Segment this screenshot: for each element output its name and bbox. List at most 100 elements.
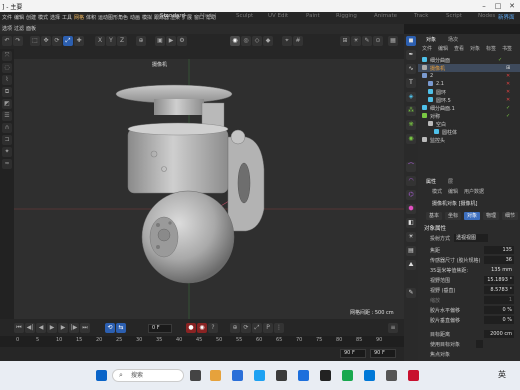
menu-options[interactable]: 选项 — [2, 25, 12, 32]
app-icon-6[interactable] — [386, 370, 397, 381]
file-explorer-icon[interactable] — [210, 370, 221, 381]
key-grid-icon[interactable]: ⋮ — [274, 323, 284, 333]
check-icon[interactable]: ✓ — [506, 113, 510, 119]
menu-animate[interactable]: 动画 — [130, 14, 140, 21]
goto-start-icon[interactable]: ⏮ — [14, 323, 24, 333]
cube-icon[interactable]: ◼ — [406, 36, 416, 46]
magnet-icon[interactable]: ∩ — [2, 123, 12, 133]
disabled-icon[interactable]: ✕ — [506, 89, 510, 95]
record-icon[interactable]: ● — [186, 323, 196, 333]
check-icon[interactable]: ✓ — [506, 105, 510, 111]
layout-tab-rigging[interactable]: Rigging — [336, 13, 357, 19]
render-settings-icon[interactable]: ⚙ — [177, 36, 187, 46]
minimize-icon[interactable]: – — [478, 1, 490, 11]
attr-tab-details[interactable]: 细节 — [502, 212, 519, 220]
axis-x-icon[interactable]: X — [95, 36, 105, 46]
object-row[interactable]: 圆环.5 ✕ — [418, 96, 520, 104]
attr-row-target-distance[interactable]: 目标距离 2000 cm — [418, 330, 520, 339]
objects-menu-view[interactable]: 查看 — [454, 45, 464, 52]
extrude-icon[interactable]: ⧉ — [2, 87, 12, 97]
next-frame-icon[interactable]: ▶ — [58, 323, 68, 333]
field-icon[interactable]: ⌬ — [406, 190, 416, 200]
menu-mesh[interactable]: 网格 — [74, 14, 84, 21]
layout-tab-script[interactable]: Script — [446, 13, 462, 19]
text-tool-icon[interactable]: T — [406, 78, 416, 88]
attr-tab-basic[interactable]: 基本 — [426, 212, 443, 220]
axis-y-icon[interactable]: Y — [106, 36, 116, 46]
menu-volume[interactable]: 体积 — [86, 14, 96, 21]
weld-icon[interactable]: ✦ — [2, 147, 12, 157]
objects-menu-tags[interactable]: 标签 — [486, 45, 496, 52]
key-rotation-icon[interactable]: ⟳ — [241, 323, 251, 333]
disabled-icon[interactable]: ✕ — [506, 97, 510, 103]
environment-icon[interactable]: ⛰ — [406, 260, 416, 270]
layout-tab-sculpt[interactable]: Sculpt — [236, 13, 253, 19]
objects-menu-file[interactable]: 文件 — [422, 45, 432, 52]
layout-toggle-icon[interactable]: ▦ — [388, 36, 398, 46]
layout-tab-nodes[interactable]: Nodes — [478, 13, 495, 19]
layout-tab-uv-edit[interactable]: UV Edit — [268, 13, 288, 19]
input-language[interactable]: 英 — [498, 369, 506, 380]
target-distance-field[interactable]: 2000 cm — [484, 330, 514, 338]
smooth-icon[interactable]: ≈ — [2, 159, 12, 169]
layout-tab-paint[interactable]: Paint — [306, 13, 320, 19]
axis-z-icon[interactable]: Z — [117, 36, 127, 46]
fov-field[interactable]: 15.1893 ° — [484, 276, 514, 284]
projection-dropdown[interactable]: 透视视图 — [454, 234, 488, 242]
windows-start-icon[interactable] — [96, 370, 107, 381]
menu-panel[interactable]: 面板 — [26, 25, 36, 32]
attr-row-fov-vertical[interactable]: 视野 (垂直) 8.5783 ° — [418, 286, 520, 295]
focal-length-field[interactable]: 135 — [484, 246, 514, 254]
render-view-icon[interactable]: ▶ — [166, 36, 176, 46]
layout-tab-track[interactable]: Track — [414, 13, 428, 19]
prev-frame-icon[interactable]: ◀ — [36, 323, 46, 333]
zoom-field[interactable]: 1 — [484, 296, 514, 304]
objects-menu-bookmarks[interactable]: 书签 — [502, 45, 512, 52]
object-row[interactable]: 2 ✕ — [418, 72, 520, 80]
disabled-icon[interactable]: ✕ — [506, 81, 510, 87]
object-row[interactable]: 2.1 ✕ — [418, 80, 520, 88]
new-layouts-button[interactable]: 新界面 — [498, 13, 515, 21]
attr-menu-edit[interactable]: 编辑 — [448, 188, 458, 195]
attr-row-focal-length[interactable]: 焦距 135 — [418, 246, 520, 255]
deformer-icon[interactable]: ⌒ — [406, 162, 416, 172]
spline-icon[interactable]: ∿ — [406, 64, 416, 74]
keyframe-icon[interactable]: ? — [208, 323, 218, 333]
range-icon[interactable]: ⇆ — [116, 323, 126, 333]
paint-icon[interactable]: ✎ — [406, 288, 416, 298]
viewport-tool-icon[interactable]: ⊞ — [340, 36, 350, 46]
edge-browser-icon[interactable] — [232, 370, 243, 381]
close-icon[interactable]: ✕ — [506, 1, 518, 11]
disabled-icon[interactable]: ✕ — [506, 73, 510, 79]
subdivision-icon[interactable]: ◈ — [406, 92, 416, 102]
bevel-icon[interactable]: ◩ — [2, 99, 12, 109]
snap-icon[interactable]: ⌖ — [282, 36, 292, 46]
end-frame-field-2[interactable]: 90 F — [370, 349, 396, 358]
attr-tab-coord[interactable]: 坐标 — [445, 212, 462, 220]
loop-icon[interactable]: ⟲ — [105, 323, 115, 333]
autokey-icon[interactable]: ◉ — [197, 323, 207, 333]
menu-mode[interactable]: 模式 — [38, 14, 48, 21]
key-param-icon[interactable]: P — [263, 323, 273, 333]
use-target-checkbox[interactable] — [476, 340, 483, 348]
3d-viewport[interactable]: 摄像机 网格间距 : 500 cm — [14, 59, 404, 319]
app-icon-3[interactable] — [298, 370, 309, 381]
current-frame-field[interactable]: 0 F — [148, 324, 172, 333]
grid-snap-icon[interactable]: # — [293, 36, 303, 46]
bend-icon[interactable]: ◠ — [406, 176, 416, 186]
attr-row-use-target[interactable]: 使用目标对象 — [418, 340, 520, 349]
app-icon-1[interactable] — [254, 370, 265, 381]
app-icon-5[interactable] — [364, 370, 375, 381]
edges-mode-icon[interactable]: ◇ — [252, 36, 262, 46]
prev-key-icon[interactable]: ◀| — [25, 323, 35, 333]
viewport-camera-label[interactable]: 摄像机 — [152, 61, 167, 68]
object-row[interactable]: 细分曲面 ✓ — [418, 56, 520, 64]
pen-icon[interactable]: ✒ — [406, 50, 416, 60]
taskbar-search[interactable]: ⌕ 搜索 — [112, 369, 184, 382]
menu-file[interactable]: 文件 — [2, 14, 12, 21]
volume-icon[interactable]: ⬢ — [406, 204, 416, 214]
app-icon-4[interactable] — [342, 370, 353, 381]
timeline-ruler[interactable]: 0 5 10 15 20 25 30 35 40 45 50 55 60 65 … — [0, 336, 404, 347]
scale-icon[interactable]: ⤢ — [63, 36, 73, 46]
target-icon[interactable]: ⊞ — [506, 65, 510, 71]
